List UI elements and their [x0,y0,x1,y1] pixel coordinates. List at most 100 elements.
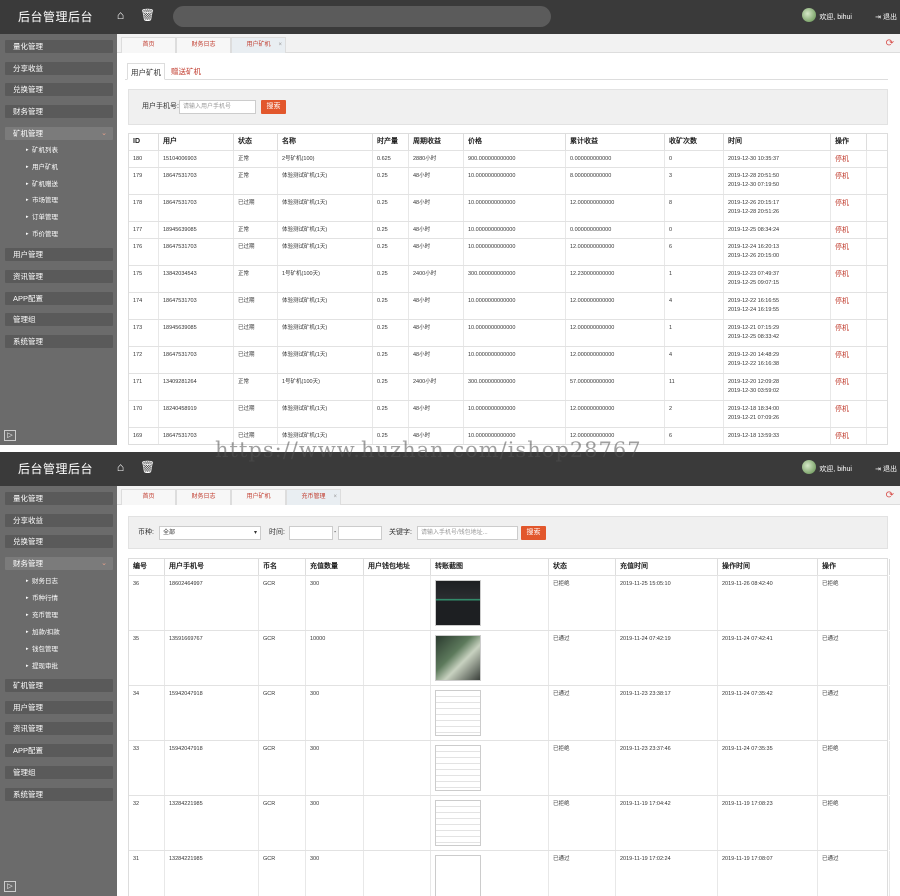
tab-recharge[interactable]: 充币管理 × [286,489,341,505]
sidebar-item-users[interactable]: 用户管理 [5,701,113,714]
sidebar-item-share[interactable]: 分享收益 [5,514,113,527]
sidebar-item-quant[interactable]: 量化管理 [5,40,113,53]
sidebar-item-miner[interactable]: 矿机管理 ⌄ [5,127,113,140]
submenu-item[interactable]: 用户矿机 [26,163,58,172]
sidebar-item-finance[interactable]: 财务管理 ⌄ [5,557,113,570]
sidebar-item-miner[interactable]: 矿机管理 [5,679,113,692]
start-date-input[interactable] [289,526,333,540]
submenu-item[interactable]: 市场管理 [26,196,58,205]
stop-button[interactable]: 停机 [831,347,867,373]
logout-link[interactable]: ⇥ 退出 [875,464,897,474]
stop-button[interactable]: 停机 [831,266,867,292]
tab-finance-log[interactable]: 财务日志 [176,37,231,53]
avatar[interactable] [802,460,816,474]
action-status[interactable]: 已拒绝 [818,796,890,850]
table-cell: 0.25 [373,168,409,194]
sidebar-item-exchange[interactable]: 兑换管理 [5,535,113,548]
home-icon[interactable]: ⌂ [114,9,127,22]
table-cell: 300.000000000000 [464,266,566,292]
table-cell: 18602464997 [165,576,259,630]
action-status[interactable]: 已拒绝 [818,741,890,795]
submenu-item[interactable]: 提现审批 [26,662,58,671]
avatar[interactable] [802,8,816,22]
home-icon[interactable]: ⌂ [114,461,127,474]
tab-gift-miner[interactable]: 赠送矿机 [167,63,205,80]
coin-select[interactable]: 全部 ▾ [159,526,261,540]
collapse-sidebar-icon[interactable]: ▷ [4,430,16,441]
tab-finance-log[interactable]: 财务日志 [176,489,231,505]
sidebar-item-admin-group[interactable]: 管理组 [5,766,113,779]
logout-link[interactable]: ⇥ 退出 [875,12,897,22]
screenshot-cell [431,851,549,896]
stop-button[interactable]: 停机 [831,428,867,444]
sidebar-item-app[interactable]: APP配置 [5,292,113,305]
transfer-screenshot-thumbnail[interactable] [435,855,481,896]
collapse-sidebar-icon[interactable]: ▷ [4,881,16,892]
close-icon[interactable]: × [333,490,337,505]
transfer-screenshot-thumbnail[interactable] [435,580,481,626]
sidebar-item-news[interactable]: 资讯管理 [5,270,113,283]
stop-button[interactable]: 停机 [831,222,867,238]
sidebar-item-users[interactable]: 用户管理 [5,248,113,261]
action-status[interactable]: 已通过 [818,631,890,685]
stop-button[interactable]: 停机 [831,151,867,167]
tab-home[interactable]: 首页 [121,489,176,505]
table-cell: 体验测试矿机(1天) [278,293,373,319]
table-cell: 0.25 [373,293,409,319]
sidebar-item-exchange[interactable]: 兑换管理 [5,83,113,96]
phone-input[interactable]: 请输入用户手机号 [179,100,256,114]
table-cell: 2019-11-24 07:42:41 [718,631,818,685]
submenu-item[interactable]: 钱包管理 [26,645,58,654]
sidebar-item-system[interactable]: 系统管理 [5,335,113,348]
stop-button[interactable]: 停机 [831,401,867,427]
tab-user-miner[interactable]: 用户矿机 × [231,37,286,53]
transfer-screenshot-thumbnail[interactable] [435,690,481,736]
submenu-item[interactable]: 币种行情 [26,594,58,603]
tab-user-miner[interactable]: 用户矿机 [231,489,286,505]
submenu-item[interactable]: 充币管理 [26,611,58,620]
refresh-icon[interactable]: ⟳ [886,38,894,49]
table-cell: 10.0000000000000 [464,401,566,427]
tab-user-miner[interactable]: 用户矿机 [127,63,165,80]
close-icon[interactable]: × [278,38,282,53]
tab-home[interactable]: 首页 [121,37,176,53]
stop-button[interactable]: 停机 [831,320,867,346]
sidebar-item-news[interactable]: 资讯管理 [5,722,113,735]
table-cell: 已过期 [234,195,278,221]
sidebar-item-share[interactable]: 分享收益 [5,62,113,75]
sidebar-item-finance[interactable]: 财务管理 [5,105,113,118]
sidebar-item-system[interactable]: 系统管理 [5,788,113,801]
stop-button[interactable]: 停机 [831,168,867,194]
search-button[interactable]: 搜索 [521,526,546,540]
table-cell: 10.0000000000000 [464,293,566,319]
submenu-item[interactable]: 矿机赠送 [26,180,58,189]
submenu-item[interactable]: 矿机列表 [26,146,58,155]
sidebar-item-admin-group[interactable]: 管理组 [5,313,113,326]
user-greeting[interactable]: 欢迎, bihui [819,12,852,22]
action-status[interactable]: 已通过 [818,686,890,740]
transfer-screenshot-thumbnail[interactable] [435,800,481,846]
stop-button[interactable]: 停机 [831,239,867,265]
transfer-screenshot-thumbnail[interactable] [435,635,481,681]
submenu-item[interactable]: 财务日志 [26,577,58,586]
column-header: 名称 [278,134,373,150]
stop-button[interactable]: 停机 [831,374,867,400]
refresh-icon[interactable]: ⟳ [886,490,894,501]
stop-button[interactable]: 停机 [831,293,867,319]
trash-icon[interactable]: 🗑 [140,9,155,22]
sidebar-item-app[interactable]: APP配置 [5,744,113,757]
end-date-input[interactable] [338,526,382,540]
transfer-screenshot-thumbnail[interactable] [435,745,481,791]
trash-icon[interactable]: 🗑 [140,461,155,474]
sidebar-item-quant[interactable]: 量化管理 [5,492,113,505]
submenu-item[interactable]: 币价管理 [26,230,58,239]
action-status[interactable]: 已拒绝 [818,576,890,630]
submenu-item[interactable]: 订单管理 [26,213,58,222]
top-search-bar[interactable] [173,6,551,27]
submenu-item[interactable]: 加款/扣款 [26,628,60,637]
user-greeting[interactable]: 欢迎, bihui [819,464,852,474]
search-button[interactable]: 搜索 [261,100,286,114]
action-status[interactable]: 已通过 [818,851,890,896]
keyword-input[interactable]: 请输入手机号/钱包地址... [417,526,518,540]
stop-button[interactable]: 停机 [831,195,867,221]
